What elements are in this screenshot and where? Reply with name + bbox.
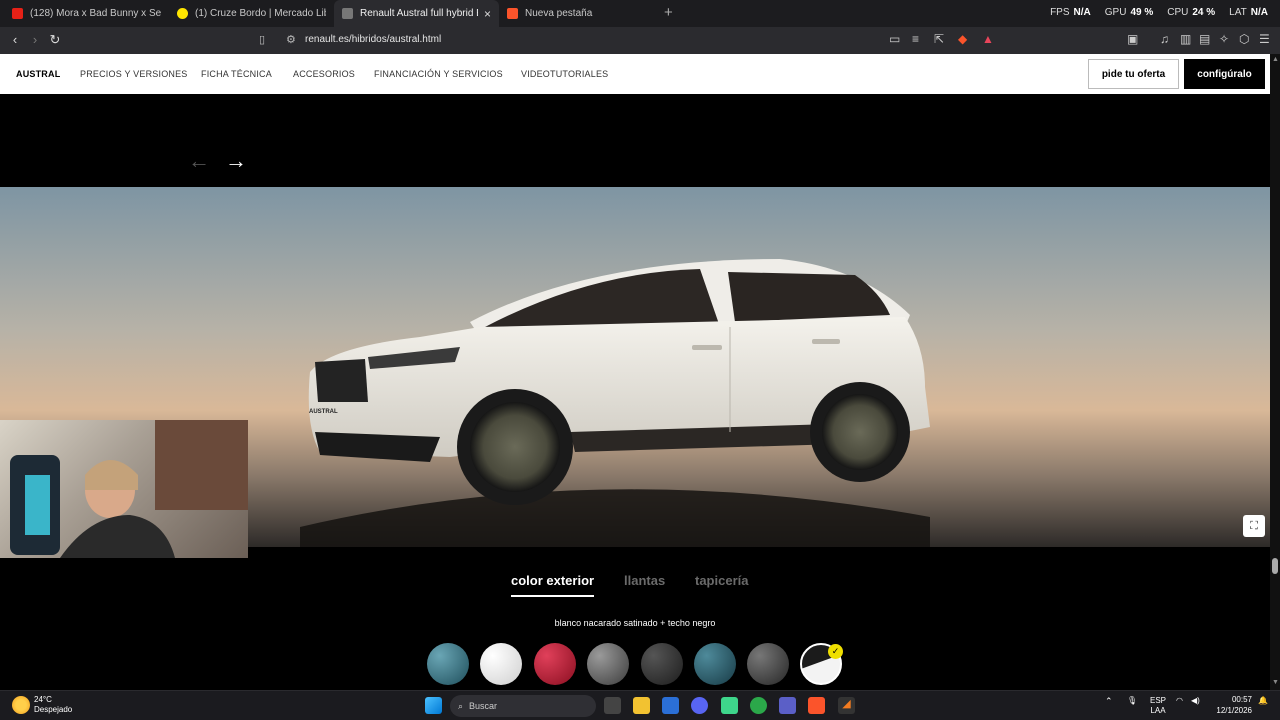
tab-youtube[interactable]: (128) Mora x Bad Bunny x Sech - Volv bbox=[4, 0, 169, 27]
brave-icon bbox=[507, 8, 518, 19]
tab-title: (1) Cruze Bordo | Mercado Libre bbox=[195, 8, 326, 19]
nav-precios[interactable]: PRECIOS Y VERSIONES bbox=[80, 69, 188, 79]
webcam-feed bbox=[10, 420, 248, 558]
swatch-teal[interactable] bbox=[427, 643, 469, 685]
notification-icon[interactable]: 🔔 bbox=[1258, 696, 1268, 705]
swatch-white[interactable] bbox=[480, 643, 522, 685]
site-header: AUSTRAL PRECIOS Y VERSIONES FICHA TÉCNIC… bbox=[0, 54, 1270, 94]
file-explorer-icon[interactable] bbox=[633, 697, 650, 714]
scroll-thumb[interactable] bbox=[1272, 558, 1278, 574]
share-icon[interactable]: ⇱ bbox=[934, 32, 944, 46]
forward-icon[interactable]: › bbox=[25, 32, 45, 47]
vpn-icon[interactable]: ⬡ bbox=[1239, 32, 1249, 46]
new-tab-button[interactable]: + bbox=[664, 4, 673, 21]
tab-title: Renault Austral full hybrid E-Tech bbox=[360, 8, 478, 19]
nav-financiacion[interactable]: FINANCIACIÓN Y SERVICIOS bbox=[374, 69, 503, 79]
nav-accesorios[interactable]: ACCESORIOS bbox=[293, 69, 355, 79]
screenshot-icon[interactable]: ▣ bbox=[1127, 32, 1138, 46]
bookmark-icon[interactable]: ▯ bbox=[259, 33, 265, 46]
app2-icon[interactable]: ◢ bbox=[838, 697, 855, 714]
scroll-up-icon[interactable]: ▲ bbox=[1272, 56, 1279, 63]
tab-new[interactable]: Nueva pestaña bbox=[499, 0, 664, 27]
page-scrollbar[interactable]: ▲ ▼ bbox=[1270, 54, 1280, 690]
task-view-icon[interactable] bbox=[604, 697, 621, 714]
discord-icon[interactable] bbox=[691, 697, 708, 714]
swatch-red[interactable] bbox=[534, 643, 576, 685]
perf-stats: FPS N/A GPU 49 % CPU 24 % LAT N/A bbox=[1050, 7, 1268, 18]
swatch-graphite[interactable] bbox=[747, 643, 789, 685]
mercadolibre-icon bbox=[177, 8, 188, 19]
prev-arrow-icon[interactable]: ← bbox=[188, 148, 210, 174]
clock[interactable]: 00:57 12/1/2026 bbox=[1212, 694, 1252, 716]
site-info-icon[interactable]: ⚙ bbox=[286, 33, 296, 46]
teams-icon[interactable] bbox=[779, 697, 796, 714]
back-icon[interactable]: ‹ bbox=[5, 32, 25, 47]
configure-button[interactable]: configúralo bbox=[1184, 59, 1265, 89]
tray-chevron-icon[interactable]: ⌃ bbox=[1105, 696, 1113, 707]
tab-mercadolibre[interactable]: (1) Cruze Bordo | Mercado Libre bbox=[169, 0, 334, 27]
nav-videotutoriales[interactable]: VIDEOTUTORIALES bbox=[521, 69, 608, 79]
swatch-blue-teal[interactable] bbox=[694, 643, 736, 685]
windows-taskbar: 24°C Despejado ⌕ Buscar ◢ ⌃ 🎙 ESP LAA ◠ … bbox=[0, 690, 1280, 720]
offer-button[interactable]: pide tu oferta bbox=[1088, 59, 1179, 89]
url-text[interactable]: renault.es/hibridos/austral.html bbox=[305, 34, 441, 45]
fullscreen-icon[interactable]: ⛶ bbox=[1243, 515, 1265, 537]
search-icon: ⌕ bbox=[458, 700, 464, 711]
reader-icon[interactable]: ≡ bbox=[912, 32, 919, 46]
scroll-down-icon[interactable]: ▼ bbox=[1272, 679, 1279, 686]
car-badge: AUSTRAL bbox=[309, 409, 338, 415]
youtube-icon bbox=[12, 8, 23, 19]
weather-desc: Despejado bbox=[34, 705, 73, 714]
lat-stat: LAT N/A bbox=[1229, 7, 1268, 18]
nav-austral[interactable]: AUSTRAL bbox=[16, 69, 60, 79]
close-tab-icon[interactable]: × bbox=[484, 7, 491, 21]
cpu-stat: CPU 24 % bbox=[1167, 7, 1216, 18]
tab-title: Nueva pestaña bbox=[525, 8, 593, 19]
store-icon[interactable] bbox=[662, 697, 679, 714]
mic-icon[interactable]: 🎙 bbox=[1127, 696, 1137, 705]
swatch-grey[interactable] bbox=[587, 643, 629, 685]
wifi-icon[interactable]: ◠ bbox=[1176, 696, 1183, 705]
fps-stat: FPS N/A bbox=[1050, 7, 1091, 18]
sidebar-icon[interactable]: ▥ bbox=[1180, 32, 1191, 46]
reload-icon[interactable]: ↻ bbox=[45, 32, 65, 48]
rewards-icon[interactable]: ▲ bbox=[982, 32, 994, 46]
address-bar-row: ‹ › ↻ ▯ ⚙ renault.es/hibridos/austral.ht… bbox=[0, 27, 1280, 54]
music-icon[interactable]: ♫ bbox=[1160, 32, 1169, 46]
search-placeholder: Buscar bbox=[469, 701, 498, 711]
renault-icon bbox=[342, 8, 353, 19]
selected-check-icon: ✓ bbox=[828, 644, 843, 659]
screen-icon[interactable]: ▭ bbox=[889, 32, 900, 46]
tab-tapiceria[interactable]: tapicería bbox=[695, 573, 748, 588]
volume-icon[interactable]: ◀) bbox=[1191, 696, 1200, 705]
brave-taskbar-icon[interactable] bbox=[808, 697, 825, 714]
windows-start-icon[interactable] bbox=[425, 697, 442, 714]
weather-temp: 24°C bbox=[34, 695, 52, 704]
brave-shield-icon[interactable]: ◆ bbox=[958, 32, 967, 46]
tab-renault[interactable]: Renault Austral full hybrid E-Tech × bbox=[334, 0, 499, 27]
taskbar-search[interactable]: ⌕ Buscar bbox=[450, 695, 596, 717]
ai-icon[interactable]: ✧ bbox=[1219, 32, 1229, 46]
wallet-icon[interactable]: ▤ bbox=[1199, 32, 1210, 46]
app-icon[interactable] bbox=[721, 697, 738, 714]
browser-tab-bar: (128) Mora x Bad Bunny x Sech - Volv (1)… bbox=[0, 0, 1280, 27]
tab-color-exterior[interactable]: color exterior bbox=[511, 573, 595, 597]
language-indicator[interactable]: ESP LAA bbox=[1150, 696, 1166, 716]
nav-ficha[interactable]: FICHA TÉCNICA bbox=[201, 69, 272, 79]
gpu-stat: GPU 49 % bbox=[1104, 7, 1154, 18]
menu-icon[interactable]: ☰ bbox=[1259, 32, 1270, 46]
whatsapp-icon[interactable] bbox=[750, 697, 767, 714]
weather-widget[interactable]: 24°C Despejado bbox=[12, 695, 72, 715]
next-arrow-icon[interactable]: → bbox=[225, 148, 247, 174]
tab-title: (128) Mora x Bad Bunny x Sech - Volv bbox=[30, 8, 161, 19]
webcam-overlay bbox=[0, 420, 248, 558]
selected-color-name: blanco nacarado satinado + techo negro bbox=[554, 618, 716, 628]
swatch-dark-grey[interactable] bbox=[641, 643, 683, 685]
tab-llantas[interactable]: llantas bbox=[624, 573, 665, 588]
sun-icon bbox=[12, 696, 30, 714]
